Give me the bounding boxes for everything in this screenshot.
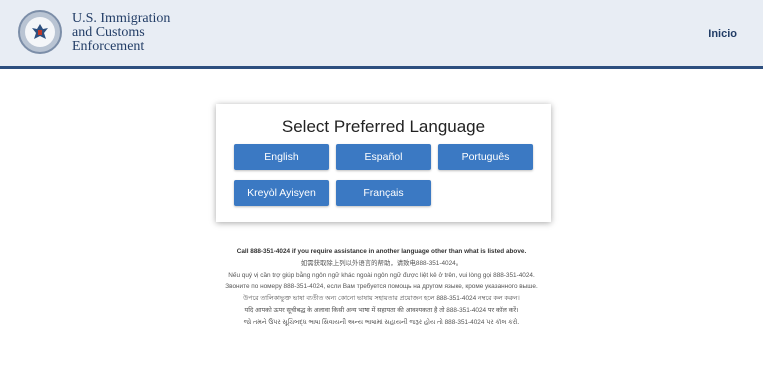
assistance-line-russian: Звоните по номеру 888-351-4024, если Вам… (225, 283, 538, 291)
assistance-line-chinese: 如需获取除上列以外语言的帮助，请致电888-351-4024。 (300, 259, 463, 267)
eagle-icon (32, 24, 48, 39)
assistance-notice: Call 888-351-4024 if you require assista… (0, 246, 763, 329)
language-button-portugues[interactable]: Português (438, 144, 533, 170)
agency-name-line3: Enforcement (72, 39, 145, 54)
card-title: Select Preferred Language (281, 117, 486, 136)
home-link[interactable]: Inicio (708, 28, 737, 40)
assistance-line-vietnamese: Nếu quý vị cần trợ giúp bằng ngôn ngữ kh… (228, 271, 535, 279)
language-selection-card: Select Preferred Language English Españo… (216, 104, 551, 222)
language-button-espanol[interactable]: Español (336, 144, 431, 170)
agency-name[interactable]: U.S. Immigration and Customs Enforcement (72, 12, 272, 54)
language-button-francais[interactable]: Français (336, 180, 431, 206)
assistance-line-english: Call 888-351-4024 if you require assista… (236, 248, 527, 255)
language-button-kreyol[interactable]: Kreyòl Ayisyen (234, 180, 329, 206)
agency-name-line1: U.S. Immigration (72, 11, 171, 26)
assistance-line-gujarati: જો તમને ઉપર સૂચિબદ્ધ ભાષા સિવાયની અન્ય ભ… (243, 318, 520, 326)
dhs-seal-icon[interactable] (18, 10, 62, 54)
seal-emblem (25, 17, 55, 47)
site-header: U.S. Immigration and Customs Enforcement… (0, 0, 763, 69)
language-button-english[interactable]: English (234, 144, 329, 170)
assistance-line-bengali: উপরে তালিকাভুক্ত ভাষা ব্যতীত অন্য কোনো ভ… (243, 295, 520, 303)
assistance-line-hindi: यदि आपको ऊपर सूचीबद्ध के अलावा किसी अन्य… (244, 306, 519, 314)
agency-name-line2: and Customs (72, 25, 145, 40)
